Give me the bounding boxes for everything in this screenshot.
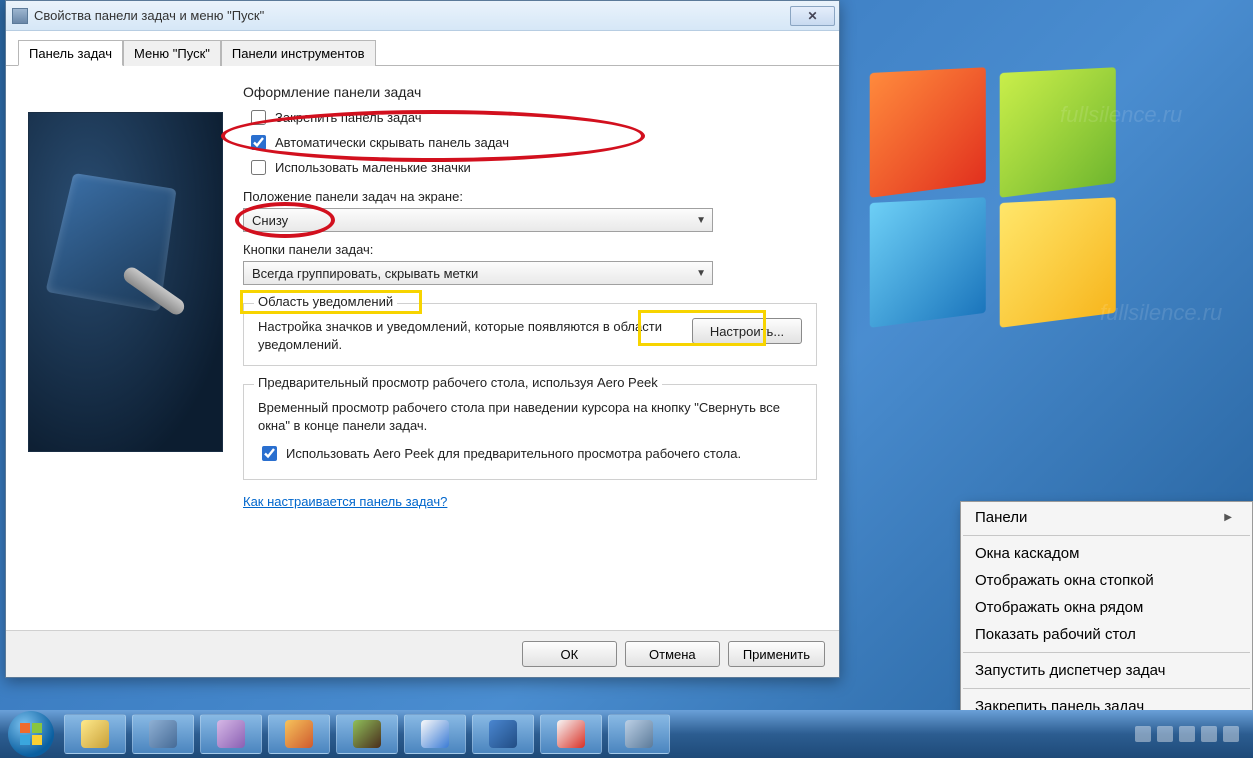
small-icons-checkbox[interactable]: [251, 160, 266, 175]
titlebar: Свойства панели задач и меню "Пуск" ✕: [6, 1, 839, 31]
help-link[interactable]: Как настраивается панель задач?: [243, 494, 447, 509]
appearance-heading: Оформление панели задач: [243, 84, 817, 100]
thunderbird-task-button[interactable]: [472, 714, 534, 754]
aero-peek-group: Предварительный просмотр рабочего стола,…: [243, 384, 817, 480]
aero-peek-label: Использовать Aero Peek для предварительн…: [286, 446, 741, 461]
menu-taskmanager-label: Запустить диспетчер задач: [975, 662, 1165, 679]
menu-sidebyside[interactable]: Отображать окна рядом: [961, 594, 1252, 621]
snip-task-button[interactable]: [200, 714, 262, 754]
apply-button[interactable]: Применить: [728, 641, 825, 667]
tab-bar: Панель задач Меню "Пуск" Панели инструме…: [6, 31, 839, 66]
taskbar-properties-dialog: Свойства панели задач и меню "Пуск" ✕ Па…: [5, 0, 840, 678]
chevron-down-icon: ▼: [696, 268, 706, 279]
regedit-icon: [625, 720, 653, 748]
notification-legend: Область уведомлений: [254, 294, 397, 309]
tray-icon[interactable]: [1135, 726, 1151, 742]
autohide-label: Автоматически скрывать панель задач: [275, 135, 509, 150]
window-title: Свойства панели задач и меню "Пуск": [34, 8, 790, 23]
menu-sidebyside-label: Отображать окна рядом: [975, 599, 1143, 616]
tray-icon[interactable]: [1223, 726, 1239, 742]
taskbar[interactable]: [0, 710, 1253, 758]
regedit-task-button[interactable]: [608, 714, 670, 754]
position-label: Положение панели задач на экране:: [243, 189, 817, 204]
configure-button[interactable]: Настроить...: [692, 318, 802, 344]
notification-area-group: Область уведомлений Настройка значков и …: [243, 303, 817, 366]
form-area: Оформление панели задач Закрепить панель…: [243, 82, 817, 618]
buttons-value: Всегда группировать, скрывать метки: [252, 266, 478, 281]
menu-separator: [963, 535, 1250, 536]
menu-cascade[interactable]: Окна каскадом: [961, 540, 1252, 567]
lock-taskbar-checkbox[interactable]: [251, 110, 266, 125]
tab-taskbar[interactable]: Панель задач: [18, 40, 123, 66]
tray-icon[interactable]: [1157, 726, 1173, 742]
paint-icon: [285, 720, 313, 748]
minecraft-task-button[interactable]: [336, 714, 398, 754]
autohide-checkbox[interactable]: [251, 135, 266, 150]
windows7-logo: [870, 70, 1150, 350]
system-icon: [12, 8, 28, 24]
peek-text: Временный просмотр рабочего стола при на…: [258, 399, 802, 434]
snip-icon: [217, 720, 245, 748]
menu-separator: [963, 688, 1250, 689]
small-icons-label: Использовать маленькие значки: [275, 160, 471, 175]
menu-stack-label: Отображать окна стопкой: [975, 572, 1154, 589]
menu-cascade-label: Окна каскадом: [975, 545, 1079, 562]
settings-task-button[interactable]: [132, 714, 194, 754]
button-bar: ОК Отмена Применить: [6, 630, 839, 677]
start-button[interactable]: [8, 711, 54, 757]
menu-separator: [963, 652, 1250, 653]
tray-icon[interactable]: [1179, 726, 1195, 742]
buttons-combobox[interactable]: Всегда группировать, скрывать метки ▼: [243, 261, 713, 285]
position-combobox[interactable]: Снизу ▼: [243, 208, 713, 232]
position-value: Снизу: [252, 213, 288, 228]
chrome-icon: [557, 720, 585, 748]
chevron-down-icon: ▼: [696, 215, 706, 226]
office-task-button[interactable]: [404, 714, 466, 754]
lock-taskbar-label: Закрепить панель задач: [275, 110, 422, 125]
menu-panels[interactable]: Панели ▶: [961, 504, 1252, 531]
tab-startmenu[interactable]: Меню "Пуск": [123, 40, 221, 66]
menu-stack[interactable]: Отображать окна стопкой: [961, 567, 1252, 594]
menu-show-desktop-label: Показать рабочий стол: [975, 626, 1136, 643]
ok-button[interactable]: ОК: [522, 641, 617, 667]
notification-text: Настройка значков и уведомлений, которые…: [258, 318, 676, 353]
menu-panels-label: Панели: [975, 509, 1027, 526]
sidebar-illustration: [28, 82, 223, 618]
aero-peek-checkbox[interactable]: [262, 446, 277, 461]
paint-task-button[interactable]: [268, 714, 330, 754]
tab-toolbars[interactable]: Панели инструментов: [221, 40, 376, 66]
thunderbird-icon: [489, 720, 517, 748]
explorer-icon: [81, 720, 109, 748]
buttons-label: Кнопки панели задач:: [243, 242, 817, 257]
tray-icon[interactable]: [1201, 726, 1217, 742]
system-tray[interactable]: [1135, 726, 1245, 742]
minecraft-icon: [353, 720, 381, 748]
chrome-task-button[interactable]: [540, 714, 602, 754]
close-button[interactable]: ✕: [790, 6, 835, 26]
menu-taskmanager[interactable]: Запустить диспетчер задач: [961, 657, 1252, 684]
office-icon: [421, 720, 449, 748]
submenu-arrow-icon: ▶: [1224, 512, 1232, 523]
explorer-task-button[interactable]: [64, 714, 126, 754]
settings-icon: [149, 720, 177, 748]
cancel-button[interactable]: Отмена: [625, 641, 720, 667]
peek-legend: Предварительный просмотр рабочего стола,…: [254, 375, 662, 390]
menu-show-desktop[interactable]: Показать рабочий стол: [961, 621, 1252, 648]
